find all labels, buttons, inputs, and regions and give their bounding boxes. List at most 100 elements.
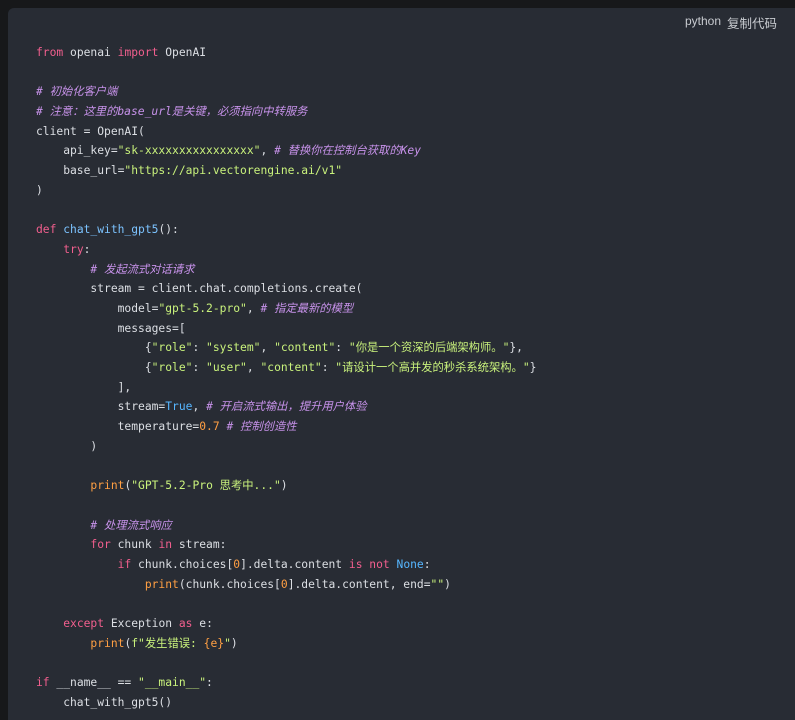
code-token: from (36, 46, 64, 59)
code-token: ) (280, 479, 288, 493)
code-token: : (423, 557, 431, 571)
code-token: "请设计一个高并发的秒杀系统架构。" (335, 361, 530, 374)
code-line: ) (36, 437, 536, 457)
code-token: , (246, 361, 261, 374)
code-line: messages=[ (36, 319, 536, 339)
code-token: : (192, 361, 207, 374)
code-token: None (396, 557, 424, 571)
code-token: def (36, 223, 57, 237)
code-token: ) (444, 577, 451, 591)
code-token: "你是一个资深的后端架构师。" (348, 341, 510, 355)
code-token: : (335, 341, 349, 355)
code-token: " (224, 636, 231, 650)
code-token: base_url= (36, 164, 125, 178)
code-token: ], (36, 380, 132, 394)
code-token: "role" (151, 361, 193, 374)
code-token: , (246, 301, 261, 315)
code-token: True (165, 400, 193, 414)
code-line: stream=True, # 开启流式输出，提升用户体验 (36, 397, 536, 417)
code-token: is not (348, 557, 390, 571)
code-line: stream = client.chat.completions.create( (36, 279, 536, 299)
code-token: # 开启流式输出，提升用户体验 (206, 400, 367, 414)
code-token: ) (230, 636, 238, 650)
code-token: } (529, 361, 537, 374)
code-token: : (321, 361, 336, 374)
code-token: stream= (36, 400, 166, 414)
code-token: # 初始化客户端 (36, 85, 118, 99)
code-line: api_key="sk-xxxxxxxxxxxxxxxx", # 替换你在控制台… (36, 141, 536, 161)
code-token: "GPT-5.2-Pro 思考中..." (131, 479, 281, 493)
code-token: {e} (203, 636, 225, 650)
code-token: # 指定最新的模型 (260, 301, 354, 315)
language-label: python (684, 14, 721, 28)
code-line: from openai import OpenAI (36, 43, 536, 63)
code-content: from openai import OpenAI # 初始化客户端 # 注意：这… (36, 43, 536, 712)
code-token: { (36, 341, 152, 355)
code-line: try: (36, 240, 536, 260)
code-token: : (192, 341, 207, 355)
code-token: stream = client.chat.completions.create( (36, 282, 363, 296)
code-token: model= (36, 301, 159, 315)
code-token: ].delta.content (240, 557, 349, 571)
code-token: temperature= (36, 420, 200, 434)
code-line: chat_with_gpt5() (36, 693, 536, 713)
code-line: except Exception as e: (36, 614, 536, 634)
code-line: print("GPT-5.2-Pro 思考中...") (36, 476, 536, 496)
code-token: : (83, 242, 91, 256)
code-token: print (144, 577, 179, 591)
code-token: # 发起流式对话请求 (90, 262, 195, 276)
code-line: def chat_with_gpt5(): (36, 220, 536, 240)
code-token: "content" (274, 341, 336, 355)
code-token: stream: (172, 538, 227, 552)
code-token: messages=[ (36, 321, 186, 335)
code-line: if chunk.choices[0].delta.content is not… (36, 555, 536, 575)
code-token: (): (158, 223, 179, 237)
code-line: {"role": "system", "content": "你是一个资深的后端… (36, 338, 536, 358)
code-line: for chunk in stream: (36, 535, 536, 555)
copy-code-button[interactable]: 复制代码 (727, 13, 777, 32)
code-token: "user" (206, 361, 247, 374)
code-token: "role" (151, 341, 193, 355)
code-token: ) (36, 183, 43, 197)
code-token: e: (192, 616, 213, 630)
code-line: temperature=0.7 # 控制创造性 (36, 417, 536, 437)
code-line: # 处理流式响应 (36, 516, 536, 536)
code-line: print(chunk.choices[0].delta.content, en… (36, 575, 536, 595)
code-token: client = OpenAI( (36, 124, 145, 138)
code-token: __name__ == (49, 676, 139, 689)
code-token: print (90, 479, 125, 493)
code-token: , (260, 341, 275, 355)
code-token: in (158, 538, 173, 552)
code-token: print (90, 636, 125, 650)
code-token: (chunk.choices[ (178, 577, 281, 591)
code-token: api_key= (36, 144, 118, 158)
code-token: "system" (206, 341, 261, 355)
code-token: ) (36, 439, 98, 453)
code-token: "__main__" (138, 676, 207, 689)
code-token: if (36, 676, 50, 689)
code-token: : (206, 676, 213, 689)
code-line: model="gpt-5.2-pro", # 指定最新的模型 (36, 299, 536, 319)
code-token: "sk-xxxxxxxxxxxxxxxx" (117, 144, 261, 158)
code-token: "https://api.vectorengine.ai/v1" (124, 164, 343, 178)
code-block: python 复制代码 from openai import OpenAI # … (8, 8, 795, 720)
code-token: }, (509, 341, 523, 355)
code-token: try (63, 242, 84, 256)
code-block-header: python 复制代码 (8, 8, 795, 36)
code-line: ], (36, 378, 536, 398)
code-token: ].delta.content, end= (287, 577, 431, 591)
code-token: "content" (260, 361, 322, 374)
